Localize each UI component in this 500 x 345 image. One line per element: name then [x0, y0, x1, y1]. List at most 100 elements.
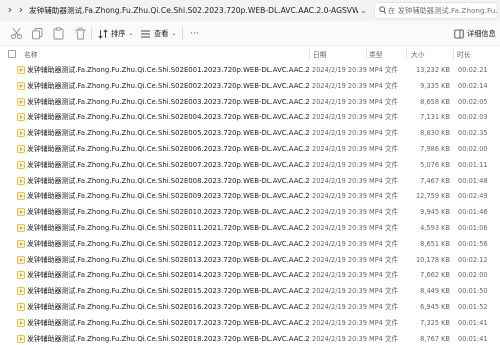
- file-duration: 00:01:46: [458, 208, 488, 217]
- file-row[interactable]: 发钟辅助器测试.Fa.Zhong.Fu.Zhu.Qi.Ce.Shi.S02E01…: [0, 315, 500, 331]
- file-date: 2024/2/19 20:39: [312, 318, 367, 327]
- file-type: MP4 文件: [369, 113, 399, 122]
- details-pane-button[interactable]: 详细信息: [454, 26, 496, 41]
- video-file-icon: [17, 145, 25, 153]
- file-duration: 00:02:14: [458, 81, 488, 90]
- file-size: 8,830 KB: [420, 129, 450, 138]
- column-header-duration[interactable]: 时长: [457, 49, 471, 59]
- file-duration: 00:01:48: [458, 176, 488, 185]
- column-resize-handle[interactable]: [406, 48, 407, 60]
- file-date: 2024/2/19 20:39: [312, 334, 367, 343]
- column-header-row: 名称 日期 类型 大小 时长: [0, 46, 500, 62]
- file-type: MP4 文件: [369, 287, 399, 296]
- file-duration: 00:02:00: [458, 145, 488, 153]
- file-row[interactable]: 发钟辅助器测试.Fa.Zhong.Fu.Zhu.Qi.Ce.Shi.S02E00…: [0, 173, 500, 189]
- file-type: MP4 文件: [369, 176, 399, 185]
- file-name: 发钟辅助器测试.Fa.Zhong.Fu.Zhu.Qi.Ce.Shi.S02E00…: [27, 192, 310, 201]
- file-row[interactable]: 发钟辅助器测试.Fa.Zhong.Fu.Zhu.Qi.Ce.Shi.S02E01…: [0, 220, 500, 236]
- file-name: 发钟辅助器测试.Fa.Zhong.Fu.Zhu.Qi.Ce.Shi.S02E01…: [27, 334, 310, 343]
- video-file-icon: [17, 160, 25, 169]
- file-row[interactable]: 发钟辅助器测试.Fa.Zhong.Fu.Zhu.Qi.Ce.Shi.S02E00…: [0, 109, 500, 125]
- file-date: 2024/2/19 20:39: [312, 255, 367, 264]
- file-duration: 00:01:52: [458, 303, 488, 311]
- file-date: 2024/2/19 20:39: [312, 160, 367, 169]
- file-type: MP4 文件: [369, 97, 399, 106]
- select-all-checkbox[interactable]: [8, 50, 16, 58]
- file-size: 7,325 KB: [420, 318, 450, 327]
- file-row[interactable]: 发钟辅助器测试.Fa.Zhong.Fu.Zhu.Qi.Ce.Shi.S02E00…: [0, 94, 500, 110]
- column-header-size[interactable]: 大小: [411, 49, 425, 59]
- command-toolbar: 排序 ⌄ 查看 ⌄ ··· 详细信息: [0, 21, 500, 46]
- file-name: 发钟辅助器测试.Fa.Zhong.Fu.Zhu.Qi.Ce.Shi.S02E01…: [27, 271, 310, 280]
- video-file-icon: [17, 255, 25, 264]
- file-size: 10,178 KB: [415, 255, 450, 264]
- video-file-icon: [17, 81, 25, 90]
- column-header-type[interactable]: 类型: [369, 49, 383, 59]
- column-header-name[interactable]: 名称: [24, 49, 38, 59]
- file-row[interactable]: 发钟辅助器测试.Fa.Zhong.Fu.Zhu.Qi.Ce.Shi.S02E00…: [0, 125, 500, 141]
- paste-icon[interactable]: [52, 27, 65, 40]
- file-row[interactable]: 发钟辅助器测试.Fa.Zhong.Fu.Zhu.Qi.Ce.Shi.S02E01…: [0, 236, 500, 252]
- file-row[interactable]: 发钟辅助器测试.Fa.Zhong.Fu.Zhu.Qi.Ce.Shi.S02E00…: [0, 62, 500, 78]
- copy-icon[interactable]: [31, 27, 44, 40]
- sort-icon: [98, 28, 108, 39]
- sort-button[interactable]: 排序 ⌄: [98, 26, 133, 41]
- file-row[interactable]: 发钟辅助器测试.Fa.Zhong.Fu.Zhu.Qi.Ce.Shi.S02E00…: [0, 141, 500, 157]
- delete-icon[interactable]: [74, 27, 87, 40]
- file-size: 8,658 KB: [420, 97, 450, 106]
- file-type: MP4 文件: [369, 145, 399, 153]
- view-button[interactable]: 查看 ⌄: [140, 26, 176, 41]
- cut-icon[interactable]: [10, 27, 23, 40]
- video-file-icon: [17, 176, 25, 185]
- file-date: 2024/2/19 20:39: [312, 145, 367, 153]
- file-date: 2024/2/19 20:39: [312, 303, 367, 311]
- search-input[interactable]: [388, 3, 497, 18]
- file-row[interactable]: 发钟辅助器测试.Fa.Zhong.Fu.Zhu.Qi.Ce.Shi.S02E01…: [0, 267, 500, 283]
- file-name: 发钟辅助器测试.Fa.Zhong.Fu.Zhu.Qi.Ce.Shi.S02E01…: [27, 318, 310, 327]
- file-size: 7,662 KB: [420, 271, 450, 280]
- file-duration: 00:01:06: [458, 224, 488, 232]
- file-duration: 00:02:05: [458, 97, 488, 106]
- file-name: 发钟辅助器测试.Fa.Zhong.Fu.Zhu.Qi.Ce.Shi.S02E01…: [27, 303, 310, 311]
- file-row[interactable]: 发钟辅助器测试.Fa.Zhong.Fu.Zhu.Qi.Ce.Shi.S02E00…: [0, 157, 500, 173]
- path-chevron-down-icon[interactable]: ⌄: [360, 3, 367, 18]
- video-file-icon: [17, 271, 25, 280]
- file-row[interactable]: 发钟辅助器测试.Fa.Zhong.Fu.Zhu.Qi.Ce.Shi.S02E01…: [0, 252, 500, 268]
- file-size: 9,335 KB: [420, 81, 450, 90]
- sort-chevron-down-icon: ⌄: [128, 30, 134, 37]
- details-pane-label: 详细信息: [467, 28, 496, 38]
- file-name: 发钟辅助器测试.Fa.Zhong.Fu.Zhu.Qi.Ce.Shi.S02E00…: [27, 66, 310, 74]
- more-options-button[interactable]: ···: [190, 26, 199, 41]
- file-type: MP4 文件: [369, 255, 399, 264]
- toolbar-separator: [182, 27, 183, 40]
- video-file-icon: [17, 113, 25, 122]
- video-file-icon: [17, 224, 25, 232]
- file-row[interactable]: 发钟辅助器测试.Fa.Zhong.Fu.Zhu.Qi.Ce.Shi.S02E01…: [0, 331, 500, 345]
- search-box[interactable]: [374, 2, 498, 19]
- video-file-icon: [17, 287, 25, 296]
- file-date: 2024/2/19 20:39: [312, 287, 367, 296]
- column-resize-handle[interactable]: [366, 48, 367, 60]
- file-type: MP4 文件: [369, 208, 399, 217]
- file-duration: 00:02:21: [458, 66, 488, 74]
- column-resize-handle[interactable]: [453, 48, 454, 60]
- column-resize-handle[interactable]: [309, 48, 310, 60]
- sort-label: 排序: [111, 28, 126, 38]
- file-date: 2024/2/19 20:39: [312, 239, 367, 248]
- file-date: 2024/2/19 20:39: [312, 81, 367, 90]
- file-name: 发钟辅助器测试.Fa.Zhong.Fu.Zhu.Qi.Ce.Shi.S02E01…: [27, 224, 310, 232]
- file-name: 发钟辅助器测试.Fa.Zhong.Fu.Zhu.Qi.Ce.Shi.S02E00…: [27, 97, 310, 106]
- address-path[interactable]: 发钟辅助器测试.Fa.Zhong.Fu.Zhu.Qi.Ce.Shi.S02.20…: [29, 3, 358, 18]
- file-row[interactable]: 发钟辅助器测试.Fa.Zhong.Fu.Zhu.Qi.Ce.Shi.S02E01…: [0, 283, 500, 299]
- file-row[interactable]: 发钟辅助器测试.Fa.Zhong.Fu.Zhu.Qi.Ce.Shi.S02E00…: [0, 188, 500, 204]
- file-row[interactable]: 发钟辅助器测试.Fa.Zhong.Fu.Zhu.Qi.Ce.Shi.S02E01…: [0, 299, 500, 315]
- file-date: 2024/2/19 20:39: [312, 176, 367, 185]
- file-name: 发钟辅助器测试.Fa.Zhong.Fu.Zhu.Qi.Ce.Shi.S02E00…: [27, 145, 310, 153]
- column-header-date[interactable]: 日期: [313, 49, 327, 59]
- file-row[interactable]: 发钟辅助器测试.Fa.Zhong.Fu.Zhu.Qi.Ce.Shi.S02E00…: [0, 78, 500, 94]
- forward-arrow-icon[interactable]: ›: [14, 3, 28, 17]
- file-duration: 00:02:49: [458, 192, 488, 201]
- file-type: MP4 文件: [369, 81, 399, 90]
- file-name: 发钟辅助器测试.Fa.Zhong.Fu.Zhu.Qi.Ce.Shi.S02E00…: [27, 81, 310, 90]
- file-row[interactable]: 发钟辅助器测试.Fa.Zhong.Fu.Zhu.Qi.Ce.Shi.S02E01…: [0, 204, 500, 220]
